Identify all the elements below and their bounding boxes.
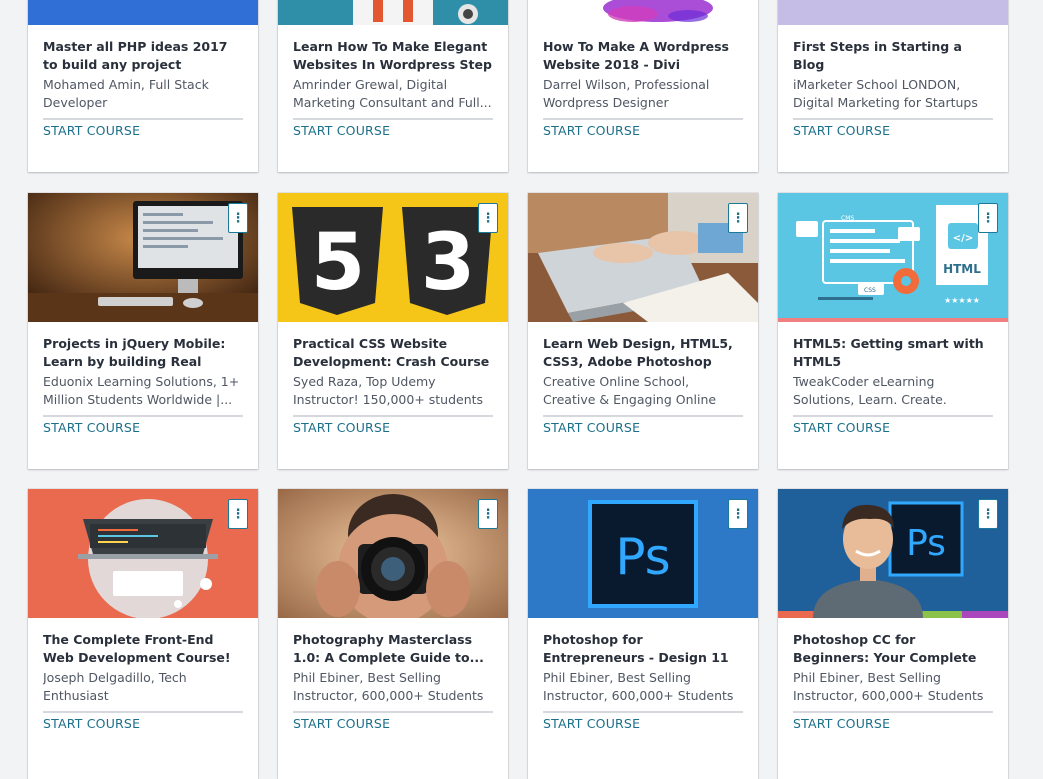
course-author: Joseph Delgadillo, Tech Enthusiast — [43, 670, 187, 703]
photoshop-logo-icon: Ps — [615, 528, 670, 586]
course-author: Phil Ebiner, Best Selling Instructor, 60… — [793, 670, 984, 703]
start-course-link[interactable]: START COURSE — [793, 716, 890, 731]
course-thumbnail[interactable] — [28, 0, 258, 25]
course-title[interactable]: HTML5: Getting smart with HTML5 — [793, 335, 993, 371]
course-card[interactable]: Learn How To Make Elegant Websites In Wo… — [278, 0, 508, 172]
more-vertical-icon: ⋮ — [231, 506, 245, 522]
start-course-link[interactable]: START COURSE — [793, 420, 890, 435]
course-thumbnail[interactable] — [528, 0, 758, 25]
course-author: Phil Ebiner, Best Selling Instructor, 60… — [293, 670, 484, 703]
course-thumbnail[interactable]: ⋮ — [28, 489, 258, 618]
course-title[interactable]: Photoshop CC for Beginners: Your Complet… — [793, 631, 993, 667]
course-author: iMarketer School LONDON, Digital Marketi… — [793, 77, 978, 110]
start-course-link[interactable]: START COURSE — [293, 716, 390, 731]
course-card[interactable]: Ps ⋮ Photoshop CC for Beginners: Your Co… — [778, 489, 1008, 779]
course-card[interactable]: 5 3 ⋮ Practical CSS Website Development:… — [278, 193, 508, 469]
course-thumbnail[interactable]: 5 3 ⋮ — [278, 193, 508, 322]
course-card[interactable]: CMS CSS </> HTML ★★★★★ ⋮ HTML5: Getting … — [778, 193, 1008, 469]
course-thumbnail[interactable]: ⋮ — [278, 489, 508, 618]
course-author: Amrinder Grewal, Digital Marketing Consu… — [293, 77, 492, 110]
divider — [293, 415, 493, 417]
divider — [43, 711, 243, 713]
course-menu-button[interactable]: ⋮ — [478, 499, 498, 529]
divider — [293, 118, 493, 120]
course-author: Creative Online School, Creative & Engag… — [543, 374, 717, 407]
course-card[interactable]: ⋮ Photography Masterclass 1.0: A Complet… — [278, 489, 508, 779]
course-author: TweakCoder eLearning Solutions, Learn. C… — [793, 374, 947, 407]
start-course-link[interactable]: START COURSE — [43, 123, 140, 138]
start-course-link[interactable]: START COURSE — [793, 123, 890, 138]
course-card[interactable]: ⋮ The Complete Front-End Web Development… — [28, 489, 258, 779]
divider — [43, 415, 243, 417]
course-menu-button[interactable]: ⋮ — [978, 499, 998, 529]
divider — [793, 415, 993, 417]
course-card[interactable]: ⋮ Projects in jQuery Mobile: Learn by bu… — [28, 193, 258, 469]
more-vertical-icon: ⋮ — [731, 210, 745, 226]
course-card[interactable]: Master all PHP ideas 2017 to build any p… — [28, 0, 258, 172]
start-course-link[interactable]: START COURSE — [43, 716, 140, 731]
course-menu-button[interactable]: ⋮ — [728, 203, 748, 233]
course-author: Eduonix Learning Solutions, 1+ Million S… — [43, 374, 240, 407]
course-thumbnail[interactable]: Ps ⋮ — [528, 489, 758, 618]
more-vertical-icon: ⋮ — [481, 506, 495, 522]
more-vertical-icon: ⋮ — [481, 210, 495, 226]
course-title[interactable]: Photography Masterclass 1.0: A Complete … — [293, 631, 493, 667]
course-menu-button[interactable]: ⋮ — [728, 499, 748, 529]
course-card[interactable]: Ps ⋮ Photoshop for Entrepreneurs - Desig… — [528, 489, 758, 779]
divider — [793, 118, 993, 120]
course-card[interactable]: ⋮ Learn Web Design, HTML5, CSS3, Adobe P… — [528, 193, 758, 469]
divider — [293, 711, 493, 713]
course-author: Syed Raza, Top Udemy Instructor! 150,000… — [293, 374, 484, 407]
course-menu-button[interactable]: ⋮ — [478, 203, 498, 233]
course-title[interactable]: Photoshop for Entrepreneurs - Design 11 … — [543, 631, 743, 667]
start-course-link[interactable]: START COURSE — [293, 420, 390, 435]
svg-text:★★★★★: ★★★★★ — [944, 296, 980, 305]
svg-text:</>: </> — [953, 233, 973, 244]
course-title[interactable]: Projects in jQuery Mobile: Learn by buil… — [43, 335, 243, 371]
course-author: Darrel Wilson, Professional Wordpress De… — [543, 77, 710, 110]
photoshop-logo-icon: Ps — [906, 523, 946, 564]
course-thumbnail[interactable] — [778, 0, 1008, 25]
more-vertical-icon: ⋮ — [731, 506, 745, 522]
course-title[interactable]: First Steps in Starting a Blog — [793, 38, 993, 74]
course-title[interactable]: Master all PHP ideas 2017 to build any p… — [43, 38, 243, 74]
course-title[interactable]: Learn How To Make Elegant Websites In Wo… — [293, 38, 493, 74]
start-course-link[interactable]: START COURSE — [293, 123, 390, 138]
divider — [543, 415, 743, 417]
start-course-link[interactable]: START COURSE — [43, 420, 140, 435]
course-title[interactable]: The Complete Front-End Web Development C… — [43, 631, 243, 667]
more-vertical-icon: ⋮ — [981, 506, 995, 522]
course-menu-button[interactable]: ⋮ — [978, 203, 998, 233]
divider — [543, 711, 743, 713]
html-badge-icon: HTML — [943, 262, 981, 276]
more-vertical-icon: ⋮ — [231, 210, 245, 226]
divider — [543, 118, 743, 120]
svg-text:CMS: CMS — [841, 215, 854, 222]
course-thumbnail[interactable]: ⋮ — [28, 193, 258, 322]
course-menu-button[interactable]: ⋮ — [228, 203, 248, 233]
course-card[interactable]: First Steps in Starting a Blog iMarketer… — [778, 0, 1008, 172]
more-vertical-icon: ⋮ — [981, 210, 995, 226]
start-course-link[interactable]: START COURSE — [543, 123, 640, 138]
start-course-link[interactable]: START COURSE — [543, 716, 640, 731]
course-card[interactable]: How To Make A Wordpress Website 2018 - D… — [528, 0, 758, 172]
divider — [43, 118, 243, 120]
course-thumbnail[interactable]: CMS CSS </> HTML ★★★★★ ⋮ — [778, 193, 1008, 322]
html5-logo-icon: 5 — [311, 218, 365, 308]
course-thumbnail[interactable] — [278, 0, 508, 25]
course-title[interactable]: How To Make A Wordpress Website 2018 - D… — [543, 38, 743, 74]
css3-logo-icon: 3 — [421, 218, 475, 308]
course-author: Phil Ebiner, Best Selling Instructor, 60… — [543, 670, 734, 703]
svg-text:CSS: CSS — [864, 287, 876, 294]
course-thumbnail[interactable]: Ps ⋮ — [778, 489, 1008, 618]
course-title[interactable]: Learn Web Design, HTML5, CSS3, Adobe Pho… — [543, 335, 743, 371]
divider — [793, 711, 993, 713]
course-title[interactable]: Practical CSS Website Development: Crash… — [293, 335, 493, 371]
course-menu-button[interactable]: ⋮ — [228, 499, 248, 529]
course-thumbnail[interactable]: ⋮ — [528, 193, 758, 322]
course-author: Mohamed Amin, Full Stack Developer — [43, 77, 209, 110]
start-course-link[interactable]: START COURSE — [543, 420, 640, 435]
